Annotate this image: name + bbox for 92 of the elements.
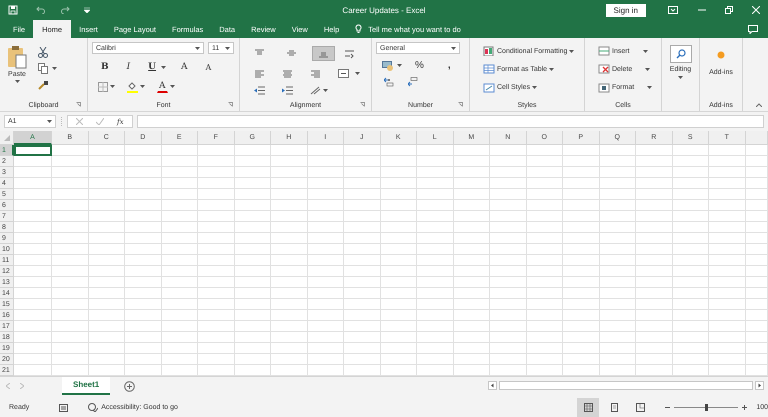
customize-toolbar-icon[interactable]: [84, 7, 90, 13]
caret-icon[interactable]: [161, 66, 166, 68]
caret-icon[interactable]: [140, 85, 145, 88]
underline-button[interactable]: U: [145, 60, 160, 74]
horizontal-scrollbar[interactable]: [499, 381, 753, 390]
caret-icon[interactable]: [195, 46, 200, 50]
restore-icon[interactable]: [725, 6, 733, 14]
dialog-launcher-icon[interactable]: [360, 102, 365, 107]
caret-icon[interactable]: [549, 68, 554, 71]
dialog-launcher-icon[interactable]: [76, 102, 81, 107]
format-painter-icon[interactable]: [38, 80, 49, 90]
caret-icon[interactable]: [397, 64, 402, 67]
scroll-left-icon[interactable]: [488, 381, 497, 390]
caret-icon[interactable]: [645, 68, 650, 71]
align-lines-icon: [286, 49, 297, 58]
column-header[interactable]: [746, 131, 768, 145]
clipboard-icon[interactable]: [7, 45, 27, 69]
caret-icon[interactable]: [14, 80, 20, 83]
grip-icon: [60, 117, 63, 126]
macro-recording-icon[interactable]: [59, 404, 68, 412]
select-all-button[interactable]: [0, 131, 14, 145]
align-left-icon[interactable]: [254, 70, 265, 78]
normal-view-button[interactable]: [577, 398, 600, 417]
comma-style-button[interactable]: ,: [444, 58, 454, 73]
caret-icon[interactable]: [47, 120, 52, 123]
accessibility-icon[interactable]: [88, 403, 98, 412]
zoom-in-icon[interactable]: [742, 405, 748, 410]
add-ins-icon: [716, 51, 725, 59]
redo-icon[interactable]: [61, 6, 70, 14]
caret-icon[interactable]: [170, 85, 174, 88]
decrease-decimal-icon[interactable]: [408, 77, 418, 87]
close-icon[interactable]: [752, 6, 760, 14]
caret-icon[interactable]: [678, 76, 683, 79]
caret-icon[interactable]: [355, 72, 360, 75]
percent-style-button[interactable]: %: [412, 58, 427, 73]
dialog-launcher-icon[interactable]: [458, 102, 463, 107]
ribbon-display-icon[interactable]: [668, 6, 678, 14]
align-center-icon[interactable]: [282, 70, 293, 78]
zoom-slider-thumb[interactable]: [705, 404, 708, 411]
align-right-icon[interactable]: [310, 70, 321, 78]
view-icon: [610, 403, 619, 412]
enter-icon[interactable]: [96, 118, 104, 125]
view-icon: [584, 403, 593, 412]
fill-color-icon[interactable]: [127, 80, 138, 92]
collapse-ribbon-icon[interactable]: [756, 103, 762, 107]
caret-icon[interactable]: [647, 86, 652, 90]
copy-icon[interactable]: [38, 63, 48, 74]
window-title: Career Updates - Excel: [342, 6, 426, 15]
bottom-align-button[interactable]: [312, 46, 335, 61]
add-sheet-icon[interactable]: [124, 381, 136, 392]
comment-icon[interactable]: [748, 24, 758, 34]
caret-icon[interactable]: [642, 50, 648, 53]
cell-styles-icon: [483, 82, 495, 93]
selected-cell[interactable]: [14, 145, 52, 156]
conditional-formatting-icon: [483, 46, 495, 56]
search-icon: [676, 49, 686, 59]
format-icon: [598, 82, 610, 93]
corner-triangle-icon: [4, 134, 10, 140]
decrease-font-size-button[interactable]: A: [202, 60, 214, 74]
cut-icon[interactable]: [38, 46, 48, 58]
scroll-right-icon[interactable]: [755, 381, 764, 390]
caret-icon[interactable]: [225, 46, 230, 50]
wrap-text-icon[interactable]: [344, 48, 355, 59]
caret-icon[interactable]: [323, 89, 328, 92]
formula-input[interactable]: [136, 115, 764, 128]
decrease-indent-icon[interactable]: [254, 86, 265, 95]
caret-icon[interactable]: [52, 67, 57, 70]
save-icon[interactable]: [8, 5, 18, 15]
caret-icon[interactable]: [532, 86, 538, 90]
sheet-tab[interactable]: Sheet1: [62, 377, 110, 395]
caret-icon[interactable]: [569, 50, 574, 53]
zoom-out-icon[interactable]: [665, 405, 670, 410]
orientation-icon[interactable]: [310, 86, 321, 95]
bold-button[interactable]: B: [98, 60, 112, 74]
sign-in-button[interactable]: Sign in: [606, 4, 646, 16]
cancel-icon[interactable]: [76, 118, 83, 125]
undo-icon[interactable]: [36, 6, 45, 14]
caret-icon[interactable]: [451, 46, 456, 50]
increase-font-size-button[interactable]: A: [178, 60, 191, 74]
lightbulb-icon[interactable]: [355, 24, 362, 34]
italic-button[interactable]: I: [124, 60, 134, 74]
merge-center-icon[interactable]: [338, 69, 349, 78]
increase-indent-icon[interactable]: [282, 86, 293, 95]
delete-icon: [598, 64, 610, 74]
increase-decimal-icon[interactable]: [384, 77, 394, 87]
insert-icon: [598, 46, 610, 56]
font-color-button[interactable]: A: [157, 80, 168, 93]
accounting-format-icon[interactable]: [382, 60, 394, 70]
view-icon: [636, 403, 645, 412]
table-icon: [483, 64, 495, 74]
caret-icon[interactable]: [110, 85, 115, 88]
dialog-launcher-icon[interactable]: [228, 102, 233, 107]
